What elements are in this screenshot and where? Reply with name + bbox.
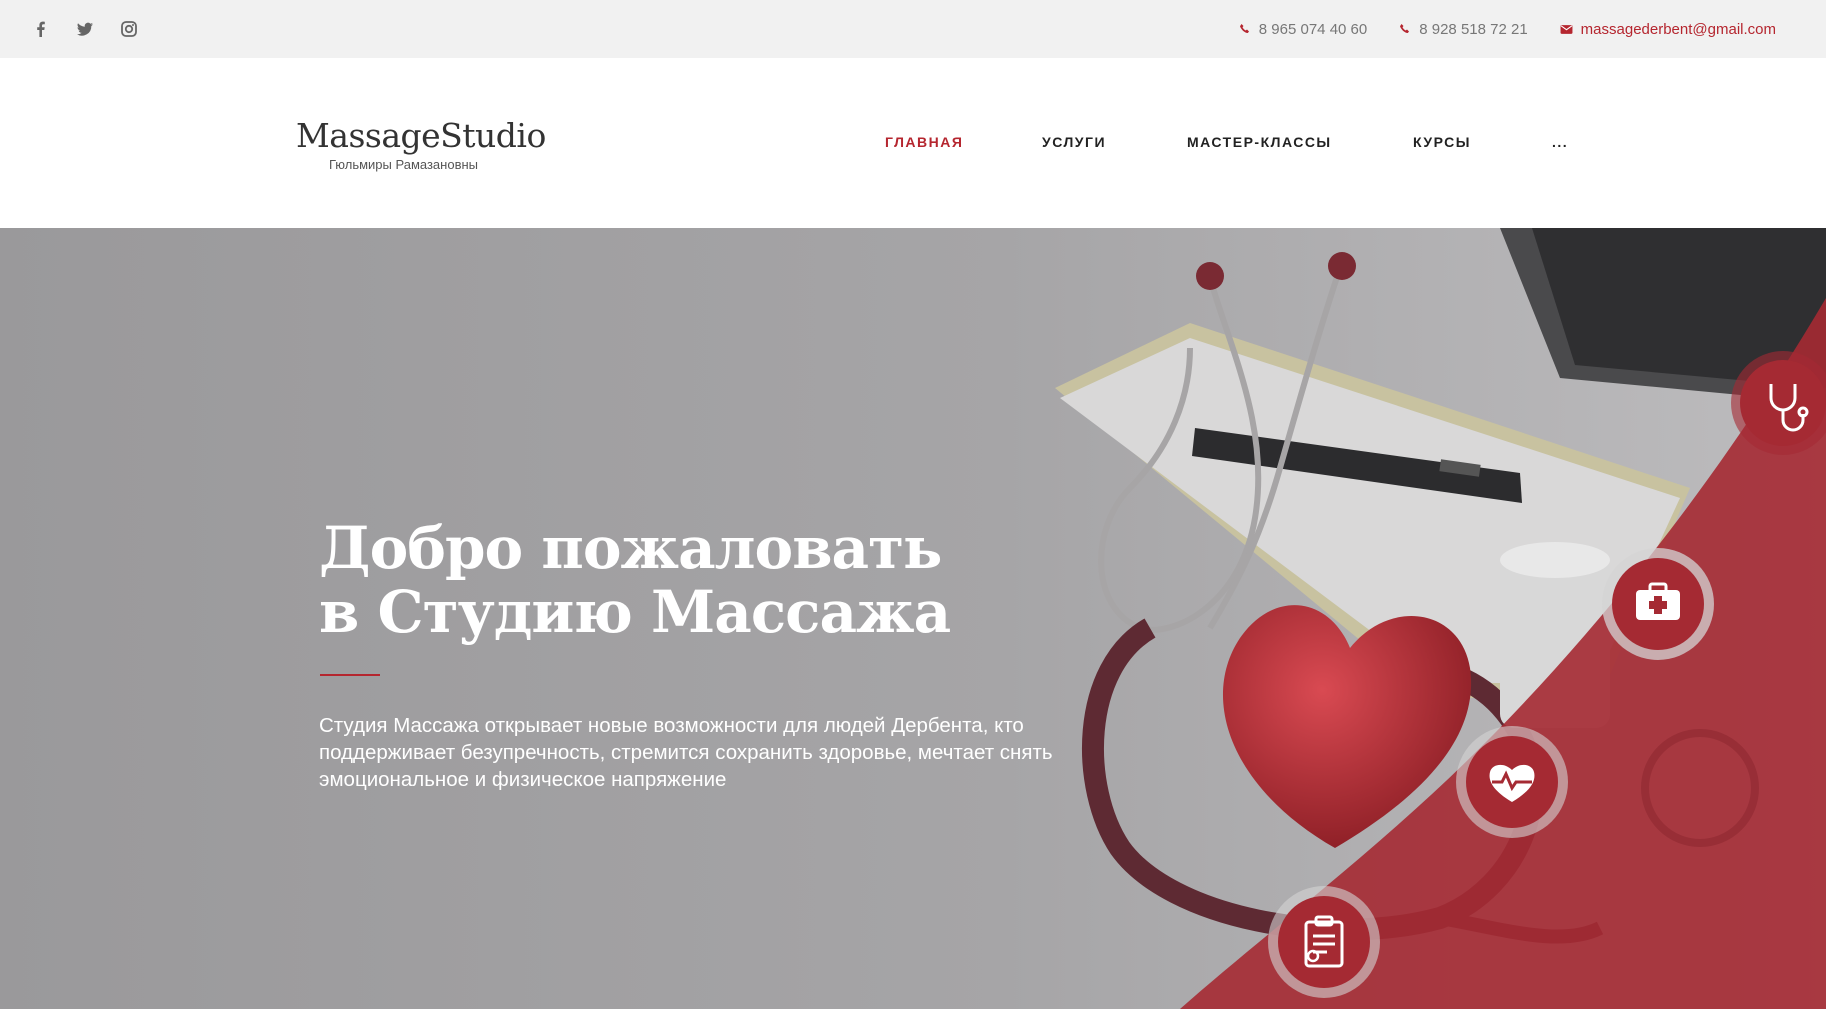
phone-contact-2[interactable]: 8 928 518 72 21 xyxy=(1399,20,1528,38)
phone-contact-1[interactable]: 8 965 074 40 60 xyxy=(1239,21,1367,38)
hero-banner: Добро пожаловать в Студию Массажа Студия… xyxy=(0,228,1826,1009)
site-header: MassageStudio Гюльмиры Рамазановны ГЛАВН… xyxy=(0,58,1826,228)
nav-item-home[interactable]: ГЛАВНАЯ xyxy=(885,134,963,150)
email-contact[interactable]: massagederbent@gmail.com xyxy=(1560,21,1776,38)
hero-divider xyxy=(320,674,380,676)
nav-item-services[interactable]: УСЛУГИ xyxy=(1042,134,1106,150)
heart-pulse-icon xyxy=(1456,726,1568,838)
envelope-icon xyxy=(1560,24,1573,34)
stethoscope-icon xyxy=(1731,351,1826,455)
phone-number: 8 928 518 72 21 xyxy=(1419,20,1528,38)
contact-info: 8 965 074 40 60 8 928 518 72 21 massaged… xyxy=(1239,0,1776,58)
social-links xyxy=(32,20,138,38)
phone-icon xyxy=(1239,24,1249,33)
facebook-icon[interactable] xyxy=(32,20,50,38)
clipboard-icon xyxy=(1268,886,1380,998)
top-bar: 8 965 074 40 60 8 928 518 72 21 massaged… xyxy=(0,0,1826,58)
nav-item-master-classes[interactable]: МАСТЕР-КЛАССЫ xyxy=(1187,134,1332,150)
phone-number: 8 965 074 40 60 xyxy=(1258,20,1368,38)
main-nav: ГЛАВНАЯ УСЛУГИ МАСТЕР-КЛАССЫ КУРСЫ ... xyxy=(0,134,1826,164)
instagram-icon[interactable] xyxy=(120,20,138,38)
email-address: massagederbent@gmail.com xyxy=(1580,20,1776,38)
twitter-icon[interactable] xyxy=(76,20,94,38)
phone-icon xyxy=(1400,24,1410,33)
nav-item-courses[interactable]: КУРСЫ xyxy=(1413,134,1471,150)
first-aid-kit-icon xyxy=(1602,548,1714,660)
hero-title: Добро пожаловать в Студию Массажа xyxy=(319,514,951,646)
nav-item-more[interactable]: ... xyxy=(1552,134,1568,150)
hero-description: Студия Массажа открывает новые возможнос… xyxy=(319,714,1053,791)
